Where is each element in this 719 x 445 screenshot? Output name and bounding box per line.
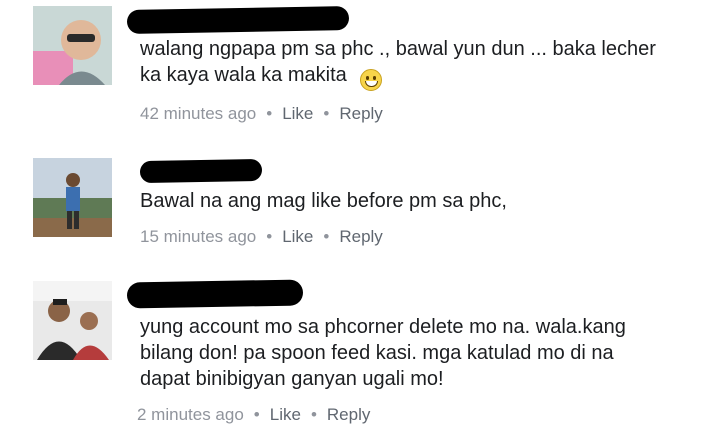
name-redaction xyxy=(126,279,304,309)
avatar-photo xyxy=(33,281,112,360)
reply-button[interactable]: Reply xyxy=(327,405,370,424)
timestamp: 2 minutes ago xyxy=(137,405,244,424)
separator-dot: • xyxy=(266,227,273,246)
avatar[interactable] xyxy=(33,281,112,360)
comment-meta: 42 minutes ago • Like • Reply xyxy=(140,104,383,124)
separator-dot: • xyxy=(266,104,273,123)
separator-dot: • xyxy=(323,104,330,123)
reply-button[interactable]: Reply xyxy=(339,104,382,123)
timestamp: 42 minutes ago xyxy=(140,104,257,123)
comment-meta: 15 minutes ago • Like • Reply xyxy=(140,227,383,247)
comment-meta: 2 minutes ago • Like • Reply xyxy=(137,405,370,425)
separator-dot: • xyxy=(310,405,317,424)
avatar[interactable] xyxy=(33,158,112,237)
name-redaction xyxy=(139,158,263,184)
name-redaction xyxy=(126,6,350,34)
like-button[interactable]: Like xyxy=(282,104,313,123)
reply-button[interactable]: Reply xyxy=(339,227,382,246)
comment-text: Bawal na ang mag like before pm sa phc, xyxy=(140,190,507,212)
separator-dot: • xyxy=(323,227,330,246)
comment-text: walang ngpapa pm sa phc ., bawal yun dun… xyxy=(140,38,656,86)
avatar-photo xyxy=(33,6,112,85)
avatar[interactable] xyxy=(33,6,112,85)
separator-dot: • xyxy=(253,405,260,424)
timestamp: 15 minutes ago xyxy=(140,227,257,246)
avatar-photo xyxy=(33,158,112,237)
like-button[interactable]: Like xyxy=(270,405,301,424)
comment-text: yung account mo sa phcorner delete mo na… xyxy=(140,316,626,390)
grinning-face-icon xyxy=(360,69,382,91)
like-button[interactable]: Like xyxy=(282,227,313,246)
